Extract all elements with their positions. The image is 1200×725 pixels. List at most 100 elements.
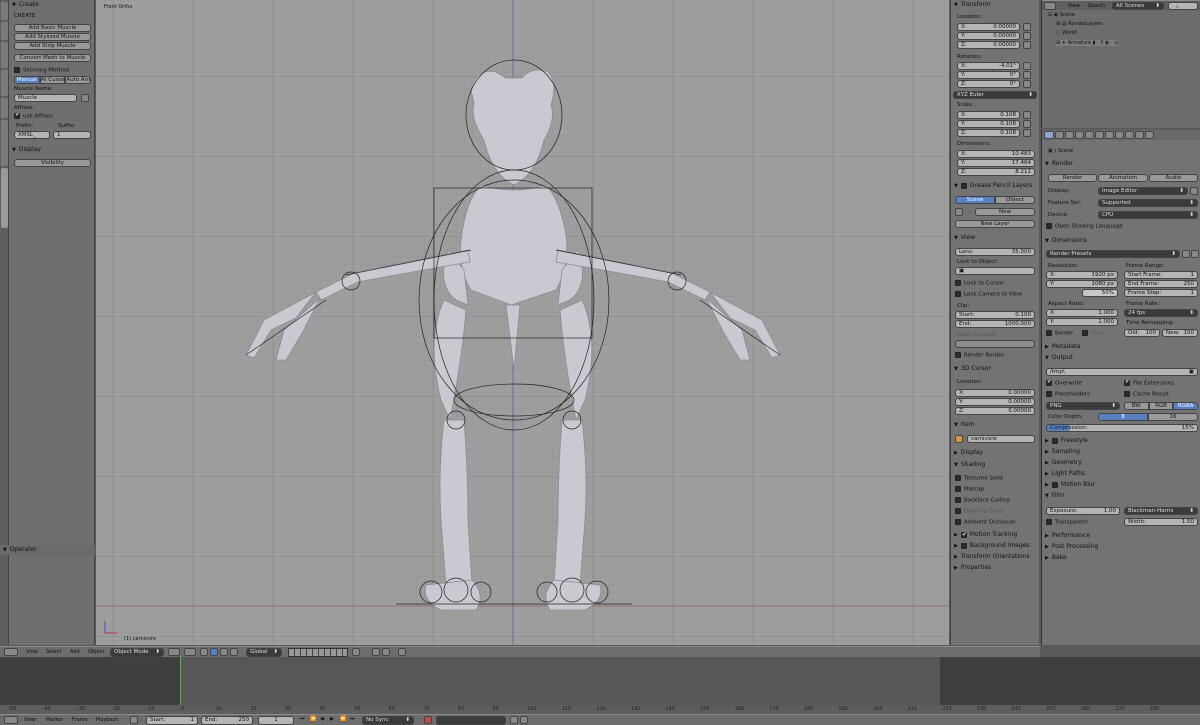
orientation-select[interactable]: Global ⬍ <box>246 648 282 657</box>
geometry-header[interactable]: ▶ Geometry <box>1042 458 1200 468</box>
auto-key-icon[interactable] <box>424 716 432 724</box>
rotation-z-field[interactable]: Z: 0° <box>957 80 1020 88</box>
new-field[interactable]: New: 100 <box>1162 329 1198 337</box>
device-select[interactable]: CPU ⬍ <box>1098 211 1198 219</box>
placeholders-checkbox[interactable]: Placeholders <box>1046 391 1090 398</box>
audio-button[interactable]: Audio <box>1148 174 1198 182</box>
add-stylized-muscle-button[interactable]: Add Stylized Muscle <box>14 33 91 41</box>
translate-icon[interactable] <box>210 648 218 656</box>
depth-16-button[interactable]: 16 <box>1148 413 1198 421</box>
frame-step-field[interactable]: Frame Step: 1 <box>1124 289 1198 297</box>
create-panel-header[interactable]: ▼ Create <box>9 0 95 10</box>
display-select[interactable]: Image Editor ⬍ <box>1098 187 1188 195</box>
grease-new-layer-button[interactable]: New Layer <box>955 220 1035 228</box>
add-basic-muscle-button[interactable]: Add Basic Muscle <box>14 24 91 32</box>
color-rgb-button[interactable]: RGB <box>1148 402 1174 410</box>
location-z-field[interactable]: Z: 0.00000 <box>957 41 1020 49</box>
post-processing-header[interactable]: ▶ Post Processing <box>1042 542 1200 552</box>
backface-culling-checkbox[interactable]: Backface Culling <box>955 497 1010 504</box>
data-context-icon[interactable] <box>1115 131 1124 139</box>
tab-relations[interactable] <box>1 42 8 68</box>
manipulator-icon[interactable] <box>200 648 208 656</box>
timeline[interactable]: -50 -40 -30 -20 -10 0 10 20 30 40 50 60 70 80 90 100 110… <box>0 657 1200 714</box>
shading-mode-icon[interactable] <box>168 648 180 656</box>
lock-scale-y-icon[interactable] <box>1023 120 1031 128</box>
dimensions-header[interactable]: ▼ Dimensions <box>1042 236 1200 246</box>
suffix-input[interactable]: 1 <box>53 131 91 139</box>
display-header[interactable]: ▶ Display <box>951 448 1040 458</box>
scale-icon[interactable] <box>230 648 238 656</box>
end-frame-field[interactable]: End Frame: 250 <box>1124 280 1198 288</box>
resolution-y-field[interactable]: Y: 1080 px <box>1046 280 1118 288</box>
remove-preset-icon[interactable] <box>1191 250 1199 258</box>
start-frame-field[interactable]: Start Frame: 1 <box>1124 271 1198 279</box>
filter-width-field[interactable]: Width: 1.50 <box>1124 518 1198 526</box>
add-preset-icon[interactable] <box>1182 250 1190 258</box>
3d-cursor-header[interactable]: ▼ 3D Cursor <box>951 364 1040 374</box>
object-context-icon[interactable] <box>1085 131 1094 139</box>
tab-tools[interactable] <box>1 2 8 20</box>
current-frame-cursor[interactable] <box>180 657 181 705</box>
lock-location-x-icon[interactable] <box>1023 23 1031 31</box>
frame-rate-select[interactable]: 24 fps ⬍ <box>1124 309 1198 317</box>
lock-location-z-icon[interactable] <box>1023 41 1031 49</box>
lock-camera-checkbox[interactable]: Lock Camera to View <box>955 291 1022 298</box>
osl-checkbox[interactable]: Open Shading Language <box>1046 223 1123 230</box>
outliner-item-renderlayers[interactable]: ⊞ ▤ RenderLayers <box>1056 21 1102 27</box>
output-header[interactable]: ▼ Output <box>1042 353 1200 363</box>
record-icon[interactable] <box>130 716 138 724</box>
lock-rotation-x-icon[interactable] <box>1023 62 1031 70</box>
tab-physics[interactable] <box>1 98 8 118</box>
clip-start-field[interactable]: Start: 0.100 <box>955 311 1035 319</box>
tab-grease-scene[interactable]: Scene <box>955 196 995 204</box>
compression-slider[interactable]: Compression: 15% <box>1046 424 1198 432</box>
layer-buttons[interactable] <box>288 648 348 657</box>
color-bw-button[interactable]: BW <box>1124 402 1149 410</box>
pivot-icon[interactable] <box>184 648 196 656</box>
cursor-x-field[interactable]: X: 0.00000 <box>955 389 1035 397</box>
cursor-z-field[interactable]: Z: 0.00000 <box>955 407 1035 415</box>
end-field[interactable]: End: 250 <box>201 716 253 725</box>
dimensions-x-field[interactable]: X: 10.483 <box>957 150 1035 158</box>
cache-result-checkbox[interactable]: Cache Result <box>1124 391 1169 398</box>
menu-view[interactable]: View <box>26 649 38 655</box>
old-field[interactable]: Old: 100 <box>1124 329 1160 337</box>
timeline-marker-menu[interactable]: Marker <box>46 717 63 723</box>
play-reverse-icon[interactable]: ◀ <box>320 716 324 722</box>
aspect-x-field[interactable]: X: 1.000 <box>1046 309 1118 317</box>
lock-scale-x-icon[interactable] <box>1023 111 1031 119</box>
file-format-select[interactable]: PNG ⬍ <box>1046 402 1120 410</box>
convert-mesh-button[interactable]: Convert Mesh to Muscle <box>14 54 91 62</box>
properties-header[interactable]: ▶ Properties <box>951 563 1040 573</box>
lock-scale-z-icon[interactable] <box>1023 129 1031 137</box>
tab-at-cursor[interactable]: At Cursor <box>39 76 66 84</box>
depth-of-field-checkbox[interactable]: Depth of Field <box>955 508 1002 515</box>
resolution-percent-field[interactable]: 50% <box>1082 289 1118 297</box>
sampling-header[interactable]: ▶ Sampling <box>1042 447 1200 457</box>
material-context-icon[interactable] <box>1135 131 1144 139</box>
prev-key-icon[interactable]: ⏪ <box>310 716 316 722</box>
scale-x-field[interactable]: X: 0.108 <box>957 111 1020 119</box>
render-border-checkbox[interactable]: Render Border <box>955 352 1004 359</box>
view-header[interactable]: ▼ View <box>951 233 1040 243</box>
render-button[interactable]: Render <box>1048 174 1098 182</box>
name-options-icon[interactable] <box>81 94 89 102</box>
ambient-occlusion-checkbox[interactable]: Ambient Occlusion <box>955 519 1016 526</box>
rotation-mode-select[interactable]: XYZ Euler ⬍ <box>953 91 1037 99</box>
aspect-y-field[interactable]: Y: 1.000 <box>1046 318 1118 326</box>
freestyle-header[interactable]: ▶ Freestyle <box>1042 436 1200 446</box>
lock-layer-icon[interactable] <box>352 648 360 656</box>
grease-new-button[interactable]: New <box>975 208 1035 216</box>
keying-set-field[interactable] <box>436 716 506 725</box>
cursor-y-field[interactable]: Y: 0.00000 <box>955 398 1035 406</box>
outliner-view-menu[interactable]: View <box>1068 3 1080 9</box>
filter-select[interactable]: Blackman-Harris ⬍ <box>1124 507 1198 515</box>
layers-context-icon[interactable] <box>1055 131 1064 139</box>
current-frame-field[interactable]: 1 <box>258 716 294 725</box>
lock-rotation-y-icon[interactable] <box>1023 71 1031 79</box>
physics-context-icon[interactable] <box>1145 131 1154 139</box>
scale-y-field[interactable]: Y: 0.108 <box>957 120 1020 128</box>
menu-select[interactable]: Select <box>46 649 61 655</box>
tab-manual[interactable]: Manual <box>14 76 40 84</box>
render-header[interactable]: ▼ Render <box>1042 159 1200 169</box>
